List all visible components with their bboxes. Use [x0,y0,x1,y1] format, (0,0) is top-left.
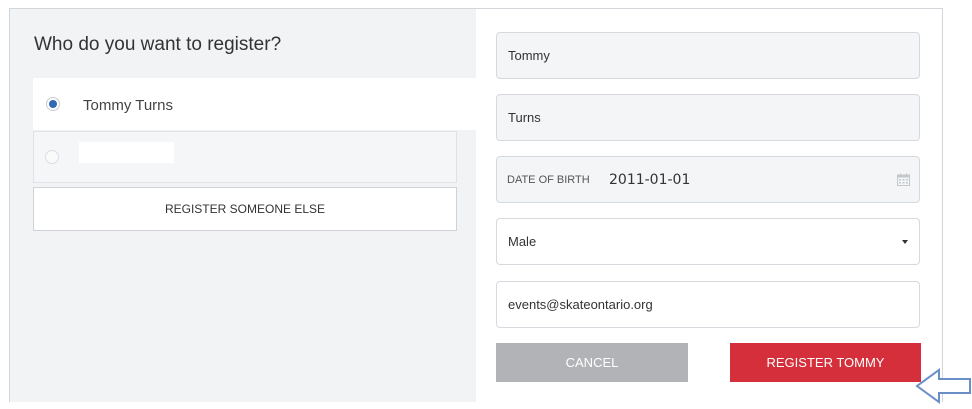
email-value: events@skateontario.org [508,297,653,312]
register-tommy-button[interactable]: REGISTER TOMMY [730,343,921,382]
first-name-value: Tommy [508,48,550,63]
register-someone-else-button[interactable]: REGISTER SOMEONE ELSE [33,187,457,231]
date-of-birth-field[interactable]: DATE OF BIRTH 2011-01-01 [496,156,920,203]
first-name-field[interactable]: Tommy [496,32,920,79]
panel-title: Who do you want to register? [34,34,282,55]
radio-unselected[interactable] [45,150,59,164]
last-name-value: Turns [508,110,541,125]
email-field[interactable]: events@skateontario.org [496,281,920,328]
caret-down-icon [902,240,908,244]
dob-value: 2011-01-01 [609,172,691,188]
gender-value: Male [508,234,537,249]
calendar-icon[interactable] [897,173,910,186]
dob-label: DATE OF BIRTH [507,174,590,186]
person-option-tommy-turns[interactable]: Tommy Turns [33,78,476,130]
radio-selected[interactable] [46,97,60,111]
person-option-blank[interactable] [33,131,457,183]
who-to-register-panel: Who do you want to register? Tommy Turns… [10,9,476,402]
arrow-left-icon [915,368,971,404]
last-name-field[interactable]: Turns [496,94,920,141]
cancel-button[interactable]: CANCEL [496,343,688,382]
redacted-name [79,142,174,163]
person-name: Tommy Turns [83,97,174,114]
gender-select[interactable]: Male [496,218,920,265]
